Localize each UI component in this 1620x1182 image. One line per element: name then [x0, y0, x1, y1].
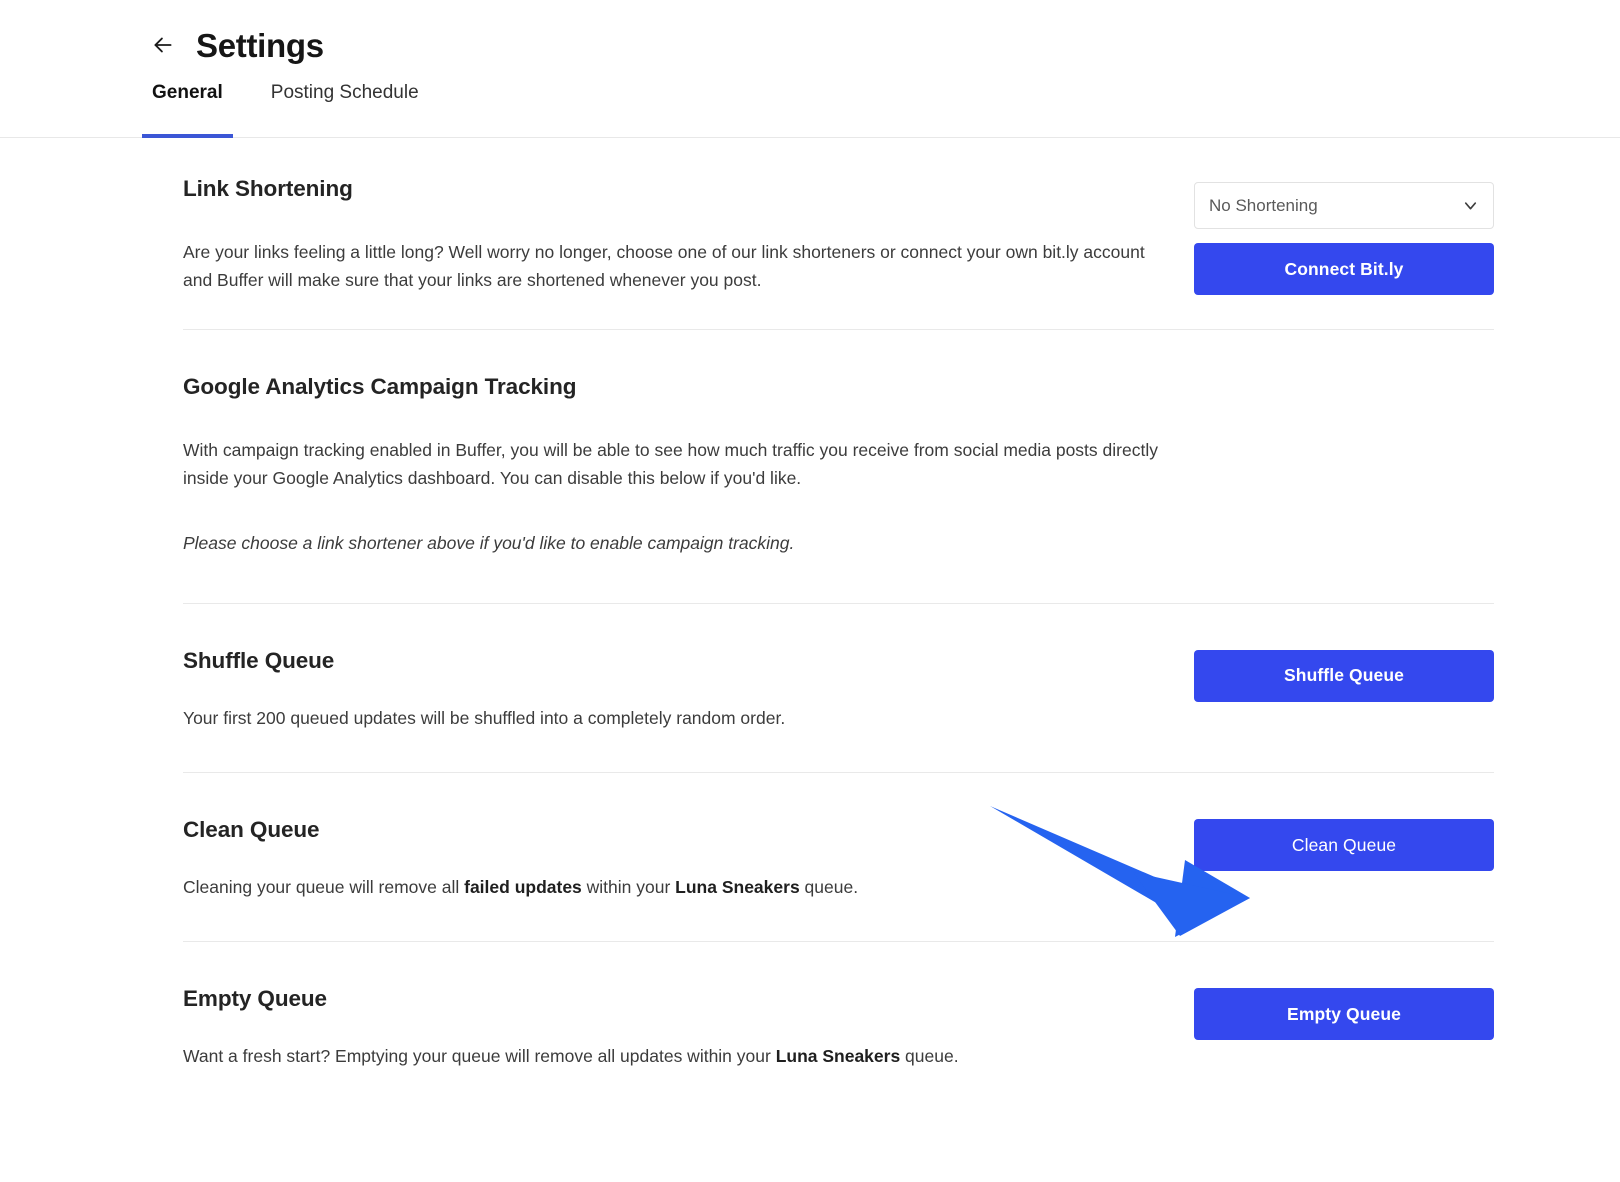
- link-shortening-description: Are your links feeling a little long? We…: [183, 242, 1145, 291]
- clean-queue-description: Cleaning your queue will remove all fail…: [183, 873, 1174, 901]
- empty-queue-bold-profile: Luna Sneakers: [775, 1046, 901, 1067]
- section-clean-queue: Clean Queue Cleaning your queue will rem…: [183, 772, 1494, 941]
- section-empty-queue: Empty Queue Want a fresh start? Emptying…: [183, 941, 1494, 1110]
- clean-queue-button[interactable]: Clean Queue: [1194, 819, 1494, 872]
- clean-queue-title: Clean Queue: [183, 817, 320, 843]
- section-link-shortening: Link Shortening Are your links feeling a…: [183, 138, 1494, 329]
- page-title: Settings: [196, 26, 324, 64]
- empty-queue-text-2: queue.: [900, 1046, 959, 1067]
- settings-content: Link Shortening Are your links feeling a…: [0, 138, 1620, 1111]
- clean-queue-text-2: within your: [581, 877, 676, 898]
- back-button[interactable]: [148, 30, 178, 60]
- empty-queue-button[interactable]: Empty Queue: [1194, 988, 1494, 1041]
- ga-tracking-controls: [1194, 374, 1494, 380]
- tab-general-label: General: [152, 82, 223, 103]
- tab-general[interactable]: General: [142, 68, 233, 138]
- empty-queue-text-1: Want a fresh start? Emptying your queue …: [183, 1046, 776, 1067]
- arrow-left-icon: [154, 37, 172, 53]
- shuffle-queue-description: Your first 200 queued updates will be sh…: [183, 707, 786, 728]
- chevron-down-icon: [1460, 196, 1480, 216]
- link-shortening-title: Link Shortening: [183, 176, 353, 201]
- shuffle-queue-button[interactable]: Shuffle Queue: [1194, 649, 1494, 702]
- tab-posting-schedule[interactable]: Posting Schedule: [267, 68, 423, 138]
- clean-queue-bold-failed-updates: failed updates: [464, 877, 582, 898]
- ga-tracking-title: Google Analytics Campaign Tracking: [183, 374, 577, 399]
- clean-queue-bold-profile: Luna Sneakers: [675, 877, 800, 898]
- section-shuffle-queue: Shuffle Queue Your first 200 queued upda…: [183, 602, 1494, 772]
- empty-queue-title: Empty Queue: [183, 986, 327, 1012]
- page-header: Settings: [0, 0, 1620, 68]
- ga-tracking-note: Please choose a link shortener above if …: [183, 532, 795, 553]
- ga-tracking-description: With campaign tracking enabled in Buffer…: [183, 440, 1158, 489]
- tab-posting-schedule-label: Posting Schedule: [270, 82, 419, 103]
- connect-bitly-button[interactable]: Connect Bit.ly: [1194, 243, 1494, 295]
- empty-queue-description: Want a fresh start? Emptying your queue …: [183, 1042, 1174, 1070]
- link-shortener-select[interactable]: No Shortening: [1194, 182, 1494, 229]
- clean-queue-text-3: queue.: [799, 877, 859, 898]
- clean-queue-text-1: Cleaning your queue will remove all: [183, 877, 465, 898]
- shuffle-queue-title: Shuffle Queue: [183, 647, 335, 673]
- link-shortener-select-value: No Shortening: [1209, 195, 1318, 215]
- section-ga-campaign-tracking: Google Analytics Campaign Tracking With …: [183, 329, 1494, 603]
- tab-bar: General Posting Schedule: [0, 68, 1620, 138]
